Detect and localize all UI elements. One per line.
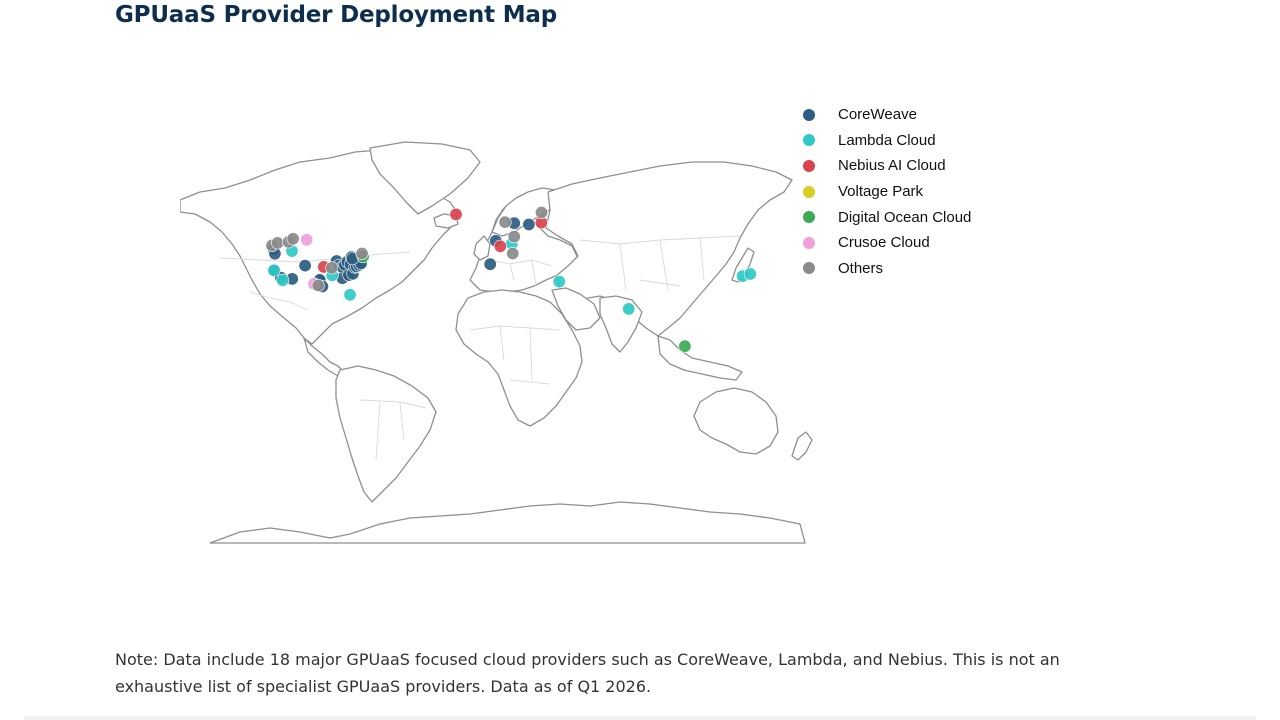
footnote: Note: Data include 18 major GPUaaS focus… — [115, 650, 1060, 696]
legend-swatch-lambda-cloud — [803, 134, 815, 147]
australia-landmass — [693, 387, 779, 455]
deployment-point-digitalocean[interactable] — [678, 339, 692, 353]
deployment-point-lambda[interactable] — [267, 263, 281, 277]
deployment-point-others[interactable] — [325, 261, 339, 275]
legend-swatch-nebius-ai-cloud — [803, 159, 815, 172]
deployment-point-nebius[interactable] — [449, 207, 463, 221]
world-map[interactable] — [180, 140, 820, 545]
legend-item-crusoe-cloud[interactable]: Crusoe Cloud — [803, 230, 971, 256]
antarctica-landmass — [209, 501, 806, 544]
legend-label-others: Others — [838, 259, 884, 277]
deployment-point-crusoe[interactable] — [300, 233, 314, 247]
map-legend: CoreWeave Lambda Cloud Nebius AI Cloud V… — [803, 102, 971, 281]
deployment-point-others[interactable] — [506, 247, 520, 261]
deployment-point-coreweave[interactable] — [522, 218, 536, 232]
india-landmass — [599, 295, 643, 353]
south-america-landmass — [335, 365, 437, 503]
deployment-point-others[interactable] — [498, 215, 512, 229]
southeast-asia-landmass — [657, 335, 743, 381]
deployment-point-others[interactable] — [311, 278, 325, 292]
legend-label-voltage-park: Voltage Park — [838, 183, 924, 201]
legend-label-digital-ocean-cloud: Digital Ocean Cloud — [838, 208, 972, 226]
deployment-point-lambda[interactable] — [343, 288, 357, 302]
legend-swatch-crusoe-cloud — [803, 236, 815, 249]
deployment-point-others[interactable] — [355, 247, 369, 261]
legend-swatch-coreweave — [803, 108, 815, 121]
deployment-point-lambda[interactable] — [552, 275, 566, 289]
landmasses — [180, 141, 813, 544]
legend-swatch-others — [803, 262, 815, 275]
legend-label-nebius-ai-cloud: Nebius AI Cloud — [838, 157, 946, 175]
legend-item-coreweave[interactable]: CoreWeave — [803, 102, 971, 128]
footer-divider — [24, 716, 1256, 720]
page-title: GPUaaS Provider Deployment Map — [115, 2, 557, 28]
deployment-point-lambda[interactable] — [276, 273, 290, 287]
legend-item-lambda-cloud[interactable]: Lambda Cloud — [803, 128, 971, 154]
legend-item-nebius-ai-cloud[interactable]: Nebius AI Cloud — [803, 153, 971, 179]
deployment-point-coreweave[interactable] — [298, 259, 312, 273]
deployment-point-coreweave[interactable] — [483, 257, 497, 271]
legend-label-crusoe-cloud: Crusoe Cloud — [838, 234, 930, 252]
deployment-point-lambda[interactable] — [622, 302, 636, 316]
deployment-point-others[interactable] — [286, 232, 300, 246]
legend-item-others[interactable]: Others — [803, 256, 971, 282]
new-zealand-landmass — [791, 431, 813, 461]
legend-label-coreweave: CoreWeave — [838, 106, 917, 124]
legend-swatch-digital-ocean-cloud — [803, 211, 815, 224]
deployment-point-others[interactable] — [507, 230, 521, 244]
legend-swatch-voltage-park — [803, 185, 815, 198]
world-map-canvas[interactable] — [180, 140, 820, 545]
legend-label-lambda-cloud: Lambda Cloud — [838, 131, 936, 149]
legend-item-digital-ocean-cloud[interactable]: Digital Ocean Cloud — [803, 204, 971, 230]
central-america-landmass — [303, 337, 345, 377]
legend-item-voltage-park[interactable]: Voltage Park — [803, 179, 971, 205]
deployment-point-lambda[interactable] — [743, 267, 757, 281]
deployment-point-others[interactable] — [271, 236, 285, 250]
deployment-point-others[interactable] — [534, 206, 548, 220]
deployment-point-nebius[interactable] — [493, 239, 507, 253]
